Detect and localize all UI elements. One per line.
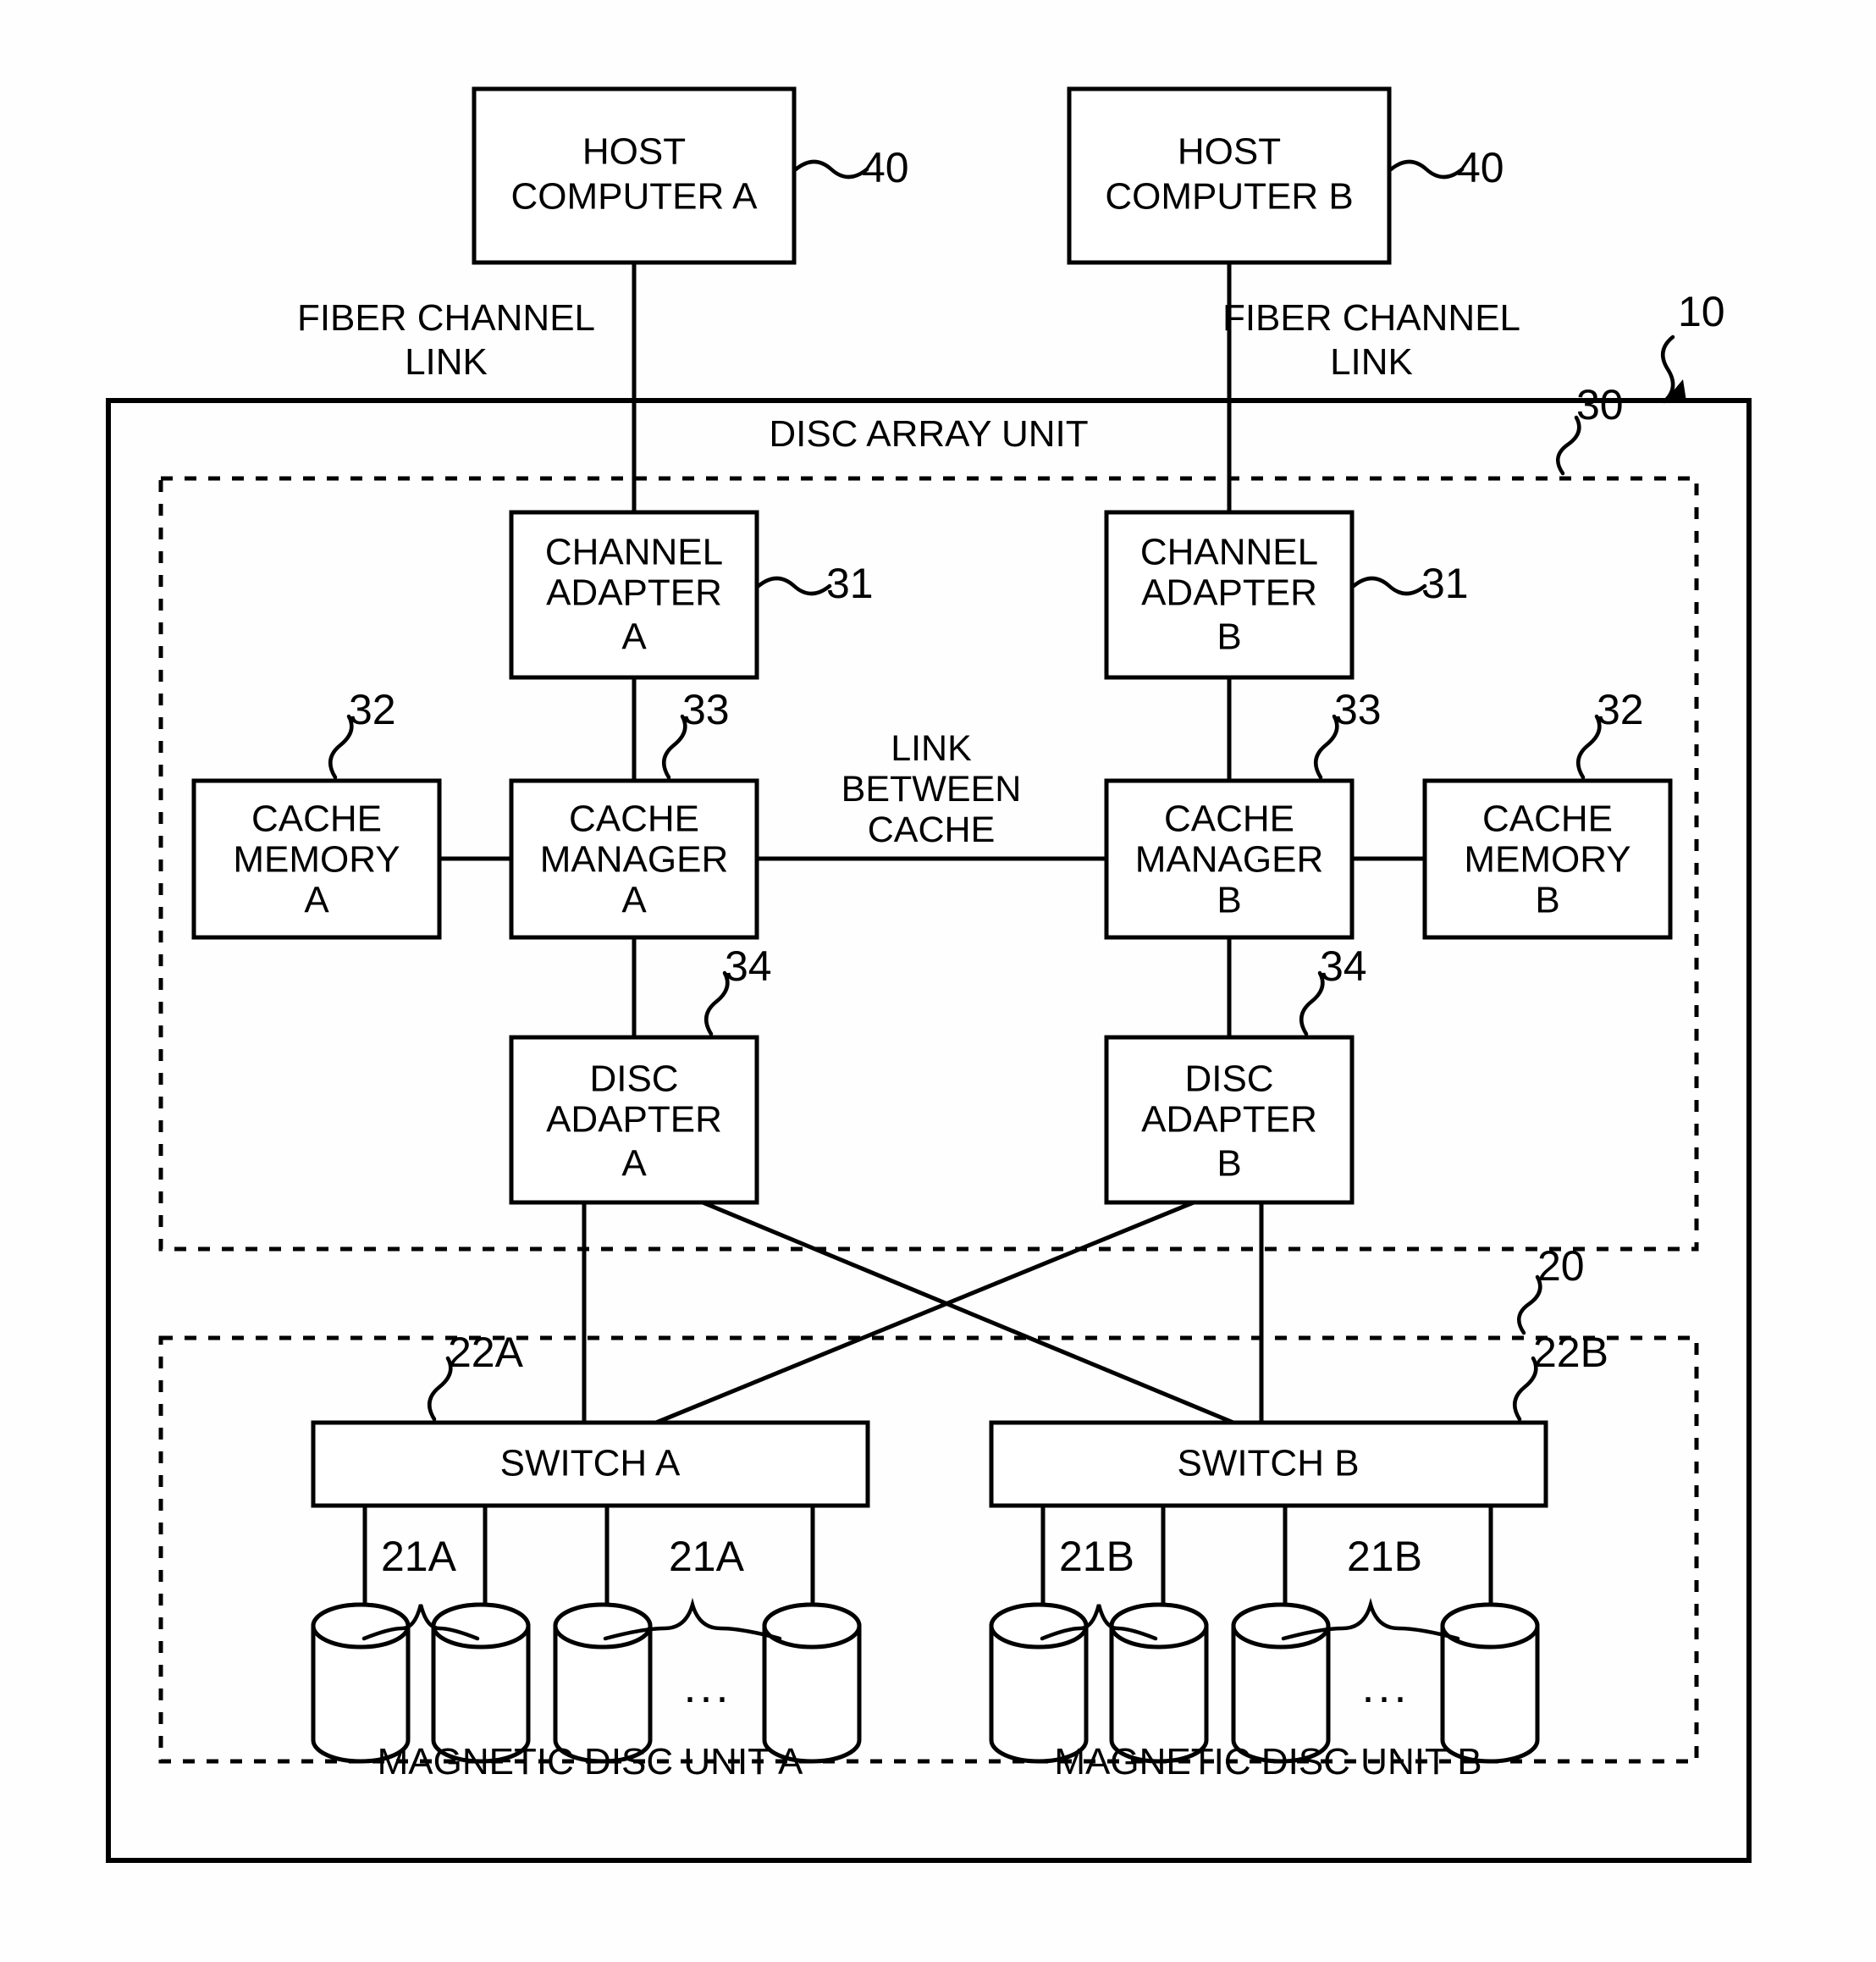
cache-memory-a-line1: CACHE [251,799,382,840]
cache-manager-b-line3: B [1217,880,1241,921]
host-computer-b-group: HOST COMPUTER B 40 [1067,86,1504,265]
fiber-channel-b-line1: FIBER CHANNEL [1222,297,1520,339]
host-computer-b-label-line1: HOST [1178,131,1281,173]
host-computer-a-label-line2: COMPUTER A [511,176,759,218]
channel-adapter-a-line1: CHANNEL [545,532,723,573]
fiber-channel-a-line1: FIBER CHANNEL [297,297,595,339]
cache-manager-a-line1: CACHE [569,799,699,840]
disc-array-unit-ref-number: 10 [1678,288,1725,335]
cache-memory-a-line2: MEMORY [233,839,400,881]
cache-manager-a-line2: MANAGER [540,839,728,881]
link-between-cache-line3: CACHE [868,810,996,850]
cache-memory-a-line3: A [304,880,329,921]
channel-adapter-b-group: CHANNEL ADAPTER B 31 [1104,510,1469,680]
host-computer-a-label-line1: HOST [582,131,686,173]
disc-unit-a-ellipsis: ... [683,1661,731,1712]
channel-adapter-a-ref-leader [756,576,832,596]
wire-disc-adapter-a-to-switch-b [702,1200,1234,1425]
disc-array-unit-ref-leader [1661,334,1675,404]
disc-cylinder[interactable] [553,1602,653,1764]
disc-array-unit-title: DISC ARRAY UNIT [769,413,1088,455]
channel-adapter-b-line3: B [1217,616,1241,658]
channel-adapter-b-ref-leader [1351,576,1427,596]
channel-adapter-a-line2: ADAPTER [546,572,722,614]
disc-unit-a-ref-right: 21A [669,1533,745,1580]
host-b-ref-leader [1388,159,1465,180]
fiber-channel-b-line2: LINK [1330,341,1413,383]
disc-adapter-a-group: DISC ADAPTER A 34 [509,942,772,1205]
disc-cylinder[interactable] [762,1602,862,1764]
disc-adapter-b-line2: ADAPTER [1141,1099,1317,1141]
cache-manager-b-ref-number: 33 [1334,686,1382,733]
channel-adapter-b-line2: ADAPTER [1141,572,1317,614]
switch-b-group: SWITCH B 22B [989,1329,1608,1508]
channel-adapter-a-group: CHANNEL ADAPTER A 31 [509,510,874,680]
channel-adapter-a-line3: A [621,616,647,658]
cache-manager-b-group: CACHE MANAGER B 33 [1104,686,1382,940]
wire-disc-adapter-b-to-switch-a [655,1200,1195,1425]
disc-array-unit-ref-arrowhead [1664,379,1686,401]
disc-unit-b-ref-right: 21B [1347,1533,1422,1580]
switch-a-ref-number: 22A [448,1329,524,1376]
disc-unit-b-ellipsis: ... [1361,1661,1410,1712]
storage-ref-number: 20 [1537,1242,1585,1290]
cache-memory-a-ref-number: 32 [349,686,396,733]
disc-adapter-a-ref-number: 34 [725,942,772,990]
cache-memory-b-line3: B [1535,880,1559,921]
cache-memory-b-group: CACHE MEMORY B 32 [1422,686,1673,940]
channel-adapter-b-line1: CHANNEL [1140,532,1318,573]
cache-memory-a-group: CACHE MEMORY A 32 [191,686,442,940]
disc-unit-b-ref-left: 21B [1059,1533,1134,1580]
link-between-cache-line1: LINK [891,728,972,769]
cache-memory-b-line1: CACHE [1482,799,1613,840]
magnetic-disc-unit-a-label: MAGNETIC DISC UNIT A [378,1741,803,1782]
host-computer-b-label-line2: COMPUTER B [1105,176,1353,218]
patent-figure-diagram: HOST COMPUTER A 40 HOST COMPUTER B 40 FI… [0,0,1876,1962]
channel-adapter-a-ref-number: 31 [826,560,874,607]
fiber-channel-link-b-label: FIBER CHANNEL LINK [1222,297,1520,383]
cache-manager-a-line3: A [621,880,647,921]
cache-memory-b-ref-number: 32 [1597,686,1644,733]
disc-adapter-b-group: DISC ADAPTER B 34 [1104,942,1367,1205]
host-a-ref-leader [793,159,869,180]
disc-adapter-a-line2: ADAPTER [546,1099,722,1141]
disc-adapter-a-line1: DISC [589,1058,678,1100]
switch-a-label: SWITCH A [500,1443,681,1484]
disc-cylinder[interactable] [1440,1602,1540,1764]
channel-adapter-b-ref-number: 31 [1421,560,1469,607]
disc-cylinder[interactable] [1231,1602,1331,1764]
switch-b-ref-number: 22B [1533,1329,1608,1376]
host-a-ref-number: 40 [862,144,909,191]
cache-manager-b-line1: CACHE [1164,799,1294,840]
cache-manager-a-ref-number: 33 [682,686,730,733]
cache-manager-b-line2: MANAGER [1135,839,1323,881]
host-b-ref-number: 40 [1457,144,1504,191]
disc-adapter-b-ref-number: 34 [1320,942,1367,990]
disc-adapter-b-line3: B [1217,1143,1241,1185]
cache-memory-b-line2: MEMORY [1464,839,1630,881]
host-computer-a-group: HOST COMPUTER A 40 [472,86,909,265]
fiber-channel-link-a-label: FIBER CHANNEL LINK [297,297,595,383]
disc-adapter-a-line3: A [621,1143,647,1185]
controller-ref-number: 30 [1576,381,1624,428]
magnetic-disc-unit-b-label: MAGNETIC DISC UNIT B [1054,1741,1481,1782]
switch-a-group: SWITCH A 22A [311,1329,870,1508]
fiber-channel-a-line2: LINK [405,341,488,383]
disc-unit-a-ref-left: 21A [381,1533,457,1580]
disc-adapter-b-line1: DISC [1184,1058,1273,1100]
switch-b-label: SWITCH B [1177,1443,1359,1484]
link-between-cache-label: LINK BETWEEN CACHE [841,728,1022,850]
link-between-cache-line2: BETWEEN [841,769,1022,810]
